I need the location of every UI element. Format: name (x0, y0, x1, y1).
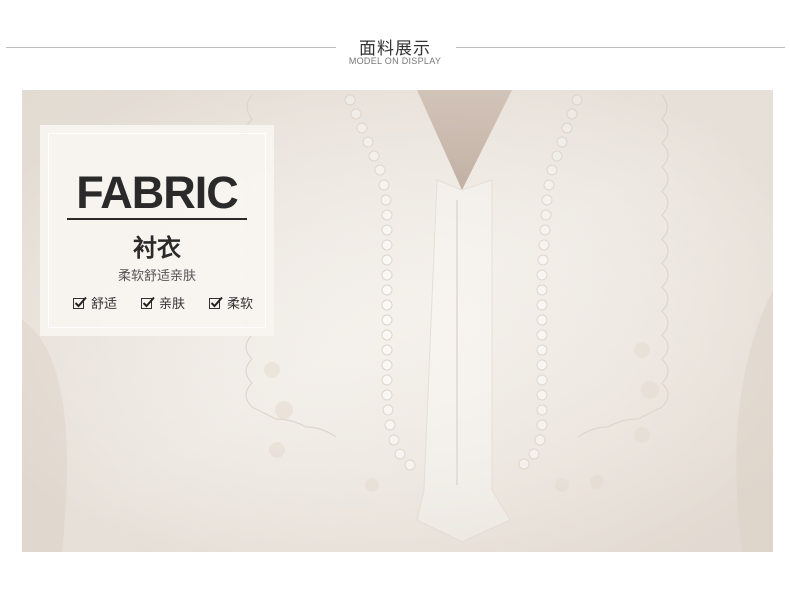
feature-comfort: 舒适 (73, 293, 117, 312)
heading-underline (67, 218, 247, 220)
fabric-info-card: FABRIC 衬衣 柔软舒适亲肤 舒适 亲肤 柔软 (40, 125, 274, 336)
feature-soft: 柔软 (208, 293, 253, 312)
checkbox-checked-icon (208, 296, 223, 310)
section-header: 面料展示 MODEL ON DISPLAY (0, 0, 790, 80)
feature-skin-friendly: 亲肤 (140, 293, 185, 312)
section-subtitle: MODEL ON DISPLAY (348, 56, 442, 66)
checkbox-checked-icon (140, 296, 155, 310)
feature-label: 舒适 (91, 297, 118, 312)
header-rule-right (456, 47, 785, 48)
fabric-description: 柔软舒适亲肤 (117, 269, 196, 284)
fabric-name: 衬衣 (133, 234, 181, 262)
feature-list: 舒适 亲肤 柔软 (73, 293, 253, 312)
feature-label: 柔软 (226, 297, 253, 312)
checkbox-checked-icon (73, 296, 87, 310)
fabric-heading: FABRIC (76, 167, 239, 218)
feature-label: 亲肤 (158, 297, 185, 312)
